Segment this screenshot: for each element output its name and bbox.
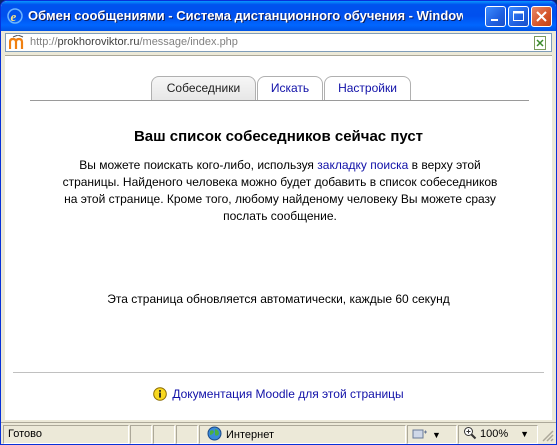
- globe-icon: [207, 426, 222, 441]
- search-tab-link[interactable]: закладку поиска: [317, 158, 408, 172]
- footer-divider: [13, 372, 544, 373]
- status-text: Готово: [3, 425, 129, 444]
- maximize-icon: [513, 11, 524, 21]
- close-button[interactable]: [531, 6, 552, 27]
- address-bar[interactable]: http://prokhorovikt​or.ru/message/index.…: [5, 33, 552, 52]
- docs-link-text: Документация Moodle для этой страницы: [172, 387, 404, 401]
- desc-text-before: Вы можете поискать кого-либо, используя: [79, 158, 318, 172]
- tab-divider: [30, 100, 529, 101]
- url-path: /message/index.php: [139, 36, 238, 48]
- zoom-control[interactable]: 100% ▼: [458, 425, 538, 444]
- moodle-favicon-icon: [9, 35, 24, 49]
- refresh-note: Эта страница обновляется автоматически, …: [107, 292, 450, 306]
- url-prefix: http://: [30, 36, 58, 48]
- minimize-icon: [491, 19, 498, 21]
- chevron-down-icon[interactable]: ▼: [432, 430, 441, 440]
- tab-settings[interactable]: Настройки: [324, 76, 411, 100]
- maximize-button[interactable]: [508, 6, 529, 27]
- page-content: Собеседники Искать Настройки Ваш список …: [5, 55, 552, 420]
- zoom-level: 100%: [480, 428, 509, 440]
- tab-row: Собеседники Искать Настройки: [5, 76, 552, 101]
- zone-label: Интернет: [226, 429, 274, 441]
- ie-icon: e: [7, 8, 23, 24]
- status-cell-blank-1: [130, 425, 152, 444]
- page-heading: Ваш список собеседников сейчас пуст: [133, 128, 424, 145]
- chevron-down-icon[interactable]: ▼: [520, 429, 529, 439]
- resize-grip-icon[interactable]: [541, 429, 554, 442]
- status-cell-blank-3: [176, 425, 198, 444]
- description: Вы можете поискать кого-либо, используя …: [60, 157, 500, 225]
- window-title: Обмен сообщениями - Система дистанционно…: [28, 8, 463, 23]
- zoom-icon: [464, 427, 477, 440]
- moodle-docs-link[interactable]: Документация Moodle для этой страницы: [5, 387, 552, 401]
- tab-contacts[interactable]: Собеседники: [151, 76, 256, 101]
- info-icon: [153, 387, 168, 401]
- page-icon[interactable]: [532, 35, 548, 51]
- browser-window: e Обмен сообщениями - Система дистанцион…: [0, 0, 557, 445]
- status-bar: Готово Интернет ▼ 100% ▼: [1, 422, 556, 444]
- popup-cell[interactable]: ▼: [407, 425, 457, 444]
- close-icon: [536, 11, 547, 22]
- tab-search[interactable]: Искать: [257, 76, 323, 100]
- title-bar[interactable]: e Обмен сообщениями - Система дистанцион…: [1, 1, 556, 31]
- status-cell-blank-2: [153, 425, 175, 444]
- zone-cell: Интернет: [199, 425, 406, 444]
- protected-mode-icon: [412, 429, 427, 439]
- svg-text:e: e: [11, 9, 17, 24]
- address-url[interactable]: http://prokhorovikt​or.ru/message/index.…: [30, 36, 238, 48]
- minimize-button[interactable]: [485, 6, 506, 27]
- url-host: prokhorovikt​or.ru: [57, 36, 140, 48]
